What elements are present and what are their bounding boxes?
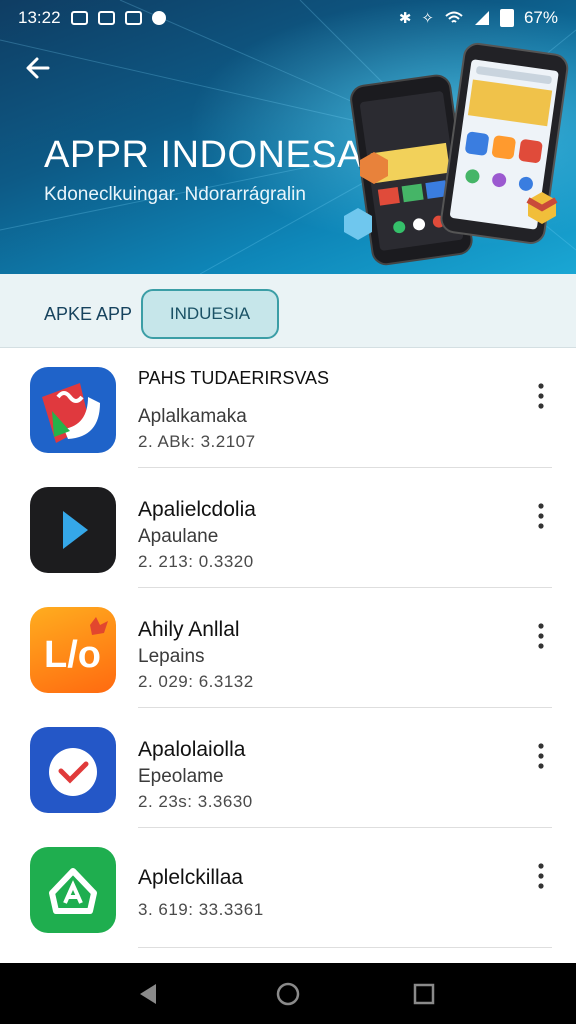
tab-apke-app[interactable]: APKE APP: [44, 304, 132, 325]
house-a-icon: [30, 847, 116, 933]
app-subtitle: Lepains: [138, 646, 205, 667]
play-icon: [30, 487, 116, 573]
more-options-icon[interactable]: [530, 382, 552, 410]
list-item[interactable]: Aplelckillaa 3. 619: 33.3361: [0, 828, 576, 948]
app-version: 2. 029: 6.3132: [138, 672, 254, 691]
app-name: Apalielcdolia: [138, 498, 256, 521]
vibrate-icon: ✧: [421, 10, 434, 27]
more-options-icon[interactable]: [530, 862, 552, 890]
red-swirl-icon: [30, 367, 116, 453]
hero-subtitle: Kdoneclkuingar. Ndorarrágralin: [44, 184, 306, 205]
app-version: 2. 213: 0.3320: [138, 552, 254, 571]
divider: [138, 947, 552, 948]
app-name: Aplelckillaa: [138, 866, 244, 889]
list-item[interactable]: PAHS TUDAERIRSVAS Aplalkamaka 2. ABk: 3.…: [0, 348, 576, 468]
app-subtitle: Epeolame: [138, 766, 224, 787]
notification-icon: [70, 11, 88, 25]
app-subtitle: Apaulane: [138, 526, 219, 547]
tab-bar: APKE APP INDUESIA: [0, 274, 576, 348]
svg-text:L/o: L/o: [44, 634, 101, 676]
bluetooth-icon: ✱: [398, 10, 412, 27]
app-name: Ahily Anllal: [138, 618, 240, 641]
list-item[interactable]: Apalielcdolia Apaulane 2. 213: 0.3320: [0, 468, 576, 588]
lo-logo-icon: L/o: [30, 607, 116, 693]
notification-dot-icon: [151, 11, 166, 25]
app-version: 2. 23s: 3.3630: [138, 792, 253, 811]
tab-induesia[interactable]: INDUESIA: [141, 289, 279, 339]
notification-icon: [124, 11, 142, 25]
more-options-icon[interactable]: [530, 502, 552, 530]
check-badge-icon: [30, 727, 116, 813]
app-version: 2. ABk: 3.2107: [138, 432, 256, 451]
wifi-icon: [445, 11, 463, 23]
status-bar: 13:22 ✱ ✧ 67%: [0, 0, 576, 36]
hero-title: APPR INDONESA: [44, 134, 364, 176]
phones-illustration: [344, 42, 569, 266]
alarm-icon: [97, 11, 115, 25]
nav-recents-icon[interactable]: [411, 981, 437, 1007]
battery-percent: 67%: [523, 8, 558, 27]
system-nav-bar: [0, 963, 576, 1024]
battery-icon: [499, 9, 514, 27]
more-options-icon[interactable]: [530, 622, 552, 650]
list-item[interactable]: Apalolaiolla Epeolame 2. 23s: 3.3630: [0, 708, 576, 828]
signal-icon: [474, 11, 489, 25]
status-time: 13:22: [18, 8, 61, 27]
more-options-icon[interactable]: [530, 742, 552, 770]
nav-home-icon[interactable]: [275, 981, 301, 1007]
nav-back-icon[interactable]: [136, 981, 162, 1007]
back-arrow-button[interactable]: [22, 52, 54, 84]
app-version: 3. 619: 33.3361: [138, 900, 264, 919]
app-name: Apalolaiolla: [138, 738, 246, 761]
app-list: PAHS TUDAERIRSVAS Aplalkamaka 2. ABk: 3.…: [0, 348, 576, 948]
app-subtitle: Aplalkamaka: [138, 406, 247, 427]
list-item[interactable]: L/o Ahily Anllal Lepains 2. 029: 6.3132: [0, 588, 576, 708]
app-name: PAHS TUDAERIRSVAS: [138, 368, 330, 388]
hero-banner: 13:22 ✱ ✧ 67% APPR INDONESA Kdoneclkuing…: [0, 0, 576, 274]
